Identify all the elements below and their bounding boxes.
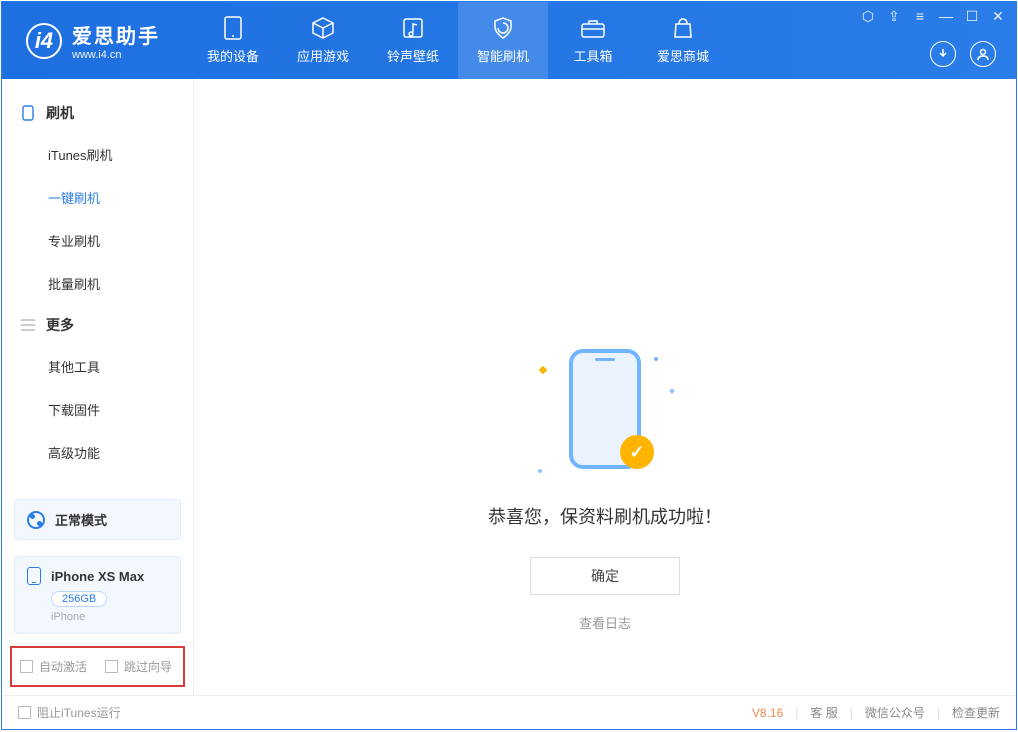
view-log-link[interactable]: 查看日志 (579, 613, 631, 632)
nav-store[interactable]: 爱思商城 (638, 2, 728, 79)
nav-label: 智能刷机 (477, 46, 529, 65)
close-icon[interactable]: ✕ (990, 8, 1006, 25)
wechat-link[interactable]: 微信公众号 (865, 704, 925, 721)
phone-icon (20, 105, 36, 121)
mode-label: 正常模式 (55, 510, 107, 529)
checkbox-icon (20, 660, 33, 673)
device-icon (218, 16, 248, 40)
mode-icon (27, 511, 45, 529)
checkbox-icon (18, 706, 31, 719)
menu-icon[interactable]: ≡ (912, 8, 928, 25)
success-panel: ✓ 恭喜您，保资料刷机成功啦！ 确定 查看日志 (488, 349, 722, 632)
app-window: i4 爱思助手 www.i4.cn 我的设备 应用游戏 铃声壁纸 智能刷机 (1, 1, 1017, 730)
dot-icon (538, 469, 542, 473)
body: 刷机 iTunes刷机 一键刷机 专业刷机 批量刷机 更多 其他工具 下载固件 … (2, 79, 1016, 695)
checkbox-auto-activate[interactable]: 自动激活 (20, 658, 87, 675)
sidebar-group-flash: 刷机 (2, 93, 193, 133)
logo-icon: i4 (26, 23, 62, 59)
checkbox-label: 自动激活 (39, 658, 87, 675)
version-label: V8.16 (752, 706, 783, 720)
app-name: 爱思助手 (72, 20, 160, 49)
sidebar-item-batch-flash[interactable]: 批量刷机 (2, 262, 193, 305)
sparkle-icon (669, 388, 675, 394)
status-right: V8.16 | 客 服 | 微信公众号 | 检查更新 (752, 704, 1000, 721)
logo-text: 爱思助手 www.i4.cn (72, 20, 160, 61)
status-bar: 阻止iTunes运行 V8.16 | 客 服 | 微信公众号 | 检查更新 (2, 695, 1016, 729)
success-message: 恭喜您，保资料刷机成功啦！ (488, 503, 722, 529)
nav-flash[interactable]: 智能刷机 (458, 2, 548, 79)
window-controls: ⬡ ⇪ ≡ — ☐ ✕ (860, 8, 1006, 25)
checkbox-label: 跳过向导 (124, 658, 172, 675)
sidebar-group-more: 更多 (2, 305, 193, 345)
sidebar-scroll: 刷机 iTunes刷机 一键刷机 专业刷机 批量刷机 更多 其他工具 下载固件 … (2, 79, 193, 491)
minimize-icon[interactable]: — (938, 8, 954, 25)
nav-label: 工具箱 (573, 46, 612, 65)
device-storage: 256GB (51, 591, 107, 607)
sidebar-item-itunes-flash[interactable]: iTunes刷机 (2, 133, 193, 176)
shield-icon (488, 16, 518, 40)
group-label: 刷机 (46, 103, 74, 123)
app-url: www.i4.cn (72, 49, 160, 61)
user-button[interactable] (970, 41, 996, 67)
support-link[interactable]: 客 服 (810, 704, 837, 721)
device-box[interactable]: iPhone XS Max 256GB iPhone (14, 556, 181, 634)
dot-icon (654, 357, 658, 361)
separator: | (850, 706, 853, 720)
nav-toolbox[interactable]: 工具箱 (548, 2, 638, 79)
maximize-icon[interactable]: ☐ (964, 8, 980, 25)
sidebar-item-download-firmware[interactable]: 下载固件 (2, 388, 193, 431)
options-row: 自动激活 跳过向导 (10, 646, 185, 687)
cube-icon (308, 16, 338, 40)
check-update-link[interactable]: 检查更新 (952, 704, 1000, 721)
group-label: 更多 (46, 315, 74, 335)
logo-area: i4 爱思助手 www.i4.cn (2, 2, 178, 79)
sidebar-item-advanced[interactable]: 高级功能 (2, 431, 193, 474)
lock-icon[interactable]: ⇪ (886, 8, 902, 25)
sidebar-item-one-click-flash[interactable]: 一键刷机 (2, 176, 193, 219)
titlebar: i4 爱思助手 www.i4.cn 我的设备 应用游戏 铃声壁纸 智能刷机 (2, 2, 1016, 79)
sidebar-item-other-tools[interactable]: 其他工具 (2, 345, 193, 388)
nav-label: 应用游戏 (297, 46, 349, 65)
ok-button[interactable]: 确定 (530, 557, 680, 595)
toolbox-icon (578, 16, 608, 40)
shirt-icon[interactable]: ⬡ (860, 8, 876, 25)
nav-my-device[interactable]: 我的设备 (188, 2, 278, 79)
download-button[interactable] (930, 41, 956, 67)
separator: | (937, 706, 940, 720)
nav-label: 铃声壁纸 (387, 46, 439, 65)
device-header: iPhone XS Max (27, 567, 168, 585)
nav-label: 爱思商城 (657, 46, 709, 65)
device-type: iPhone (51, 611, 168, 623)
sidebar: 刷机 iTunes刷机 一键刷机 专业刷机 批量刷机 更多 其他工具 下载固件 … (2, 79, 194, 695)
sparkle-icon (539, 366, 547, 374)
separator: | (795, 706, 798, 720)
checkbox-skip-guide[interactable]: 跳过向导 (105, 658, 172, 675)
checkbox-label: 阻止iTunes运行 (37, 704, 121, 721)
nav-apps[interactable]: 应用游戏 (278, 2, 368, 79)
checkbox-block-itunes[interactable]: 阻止iTunes运行 (18, 704, 121, 721)
main-content: ✓ 恭喜您，保资料刷机成功啦！ 确定 查看日志 (194, 79, 1016, 695)
device-name: iPhone XS Max (51, 569, 144, 584)
top-nav: 我的设备 应用游戏 铃声壁纸 智能刷机 工具箱 爱思商城 (188, 2, 728, 79)
checkbox-icon (105, 660, 118, 673)
music-icon (398, 16, 428, 40)
nav-ringtones[interactable]: 铃声壁纸 (368, 2, 458, 79)
success-illustration: ✓ (530, 349, 680, 479)
sidebar-item-pro-flash[interactable]: 专业刷机 (2, 219, 193, 262)
user-controls (930, 41, 996, 67)
nav-label: 我的设备 (207, 46, 259, 65)
check-badge-icon: ✓ (620, 435, 654, 469)
device-icon (27, 567, 41, 585)
bag-icon (668, 16, 698, 40)
status-left: 阻止iTunes运行 (18, 704, 121, 721)
mode-box[interactable]: 正常模式 (14, 499, 181, 540)
list-icon (20, 317, 36, 333)
